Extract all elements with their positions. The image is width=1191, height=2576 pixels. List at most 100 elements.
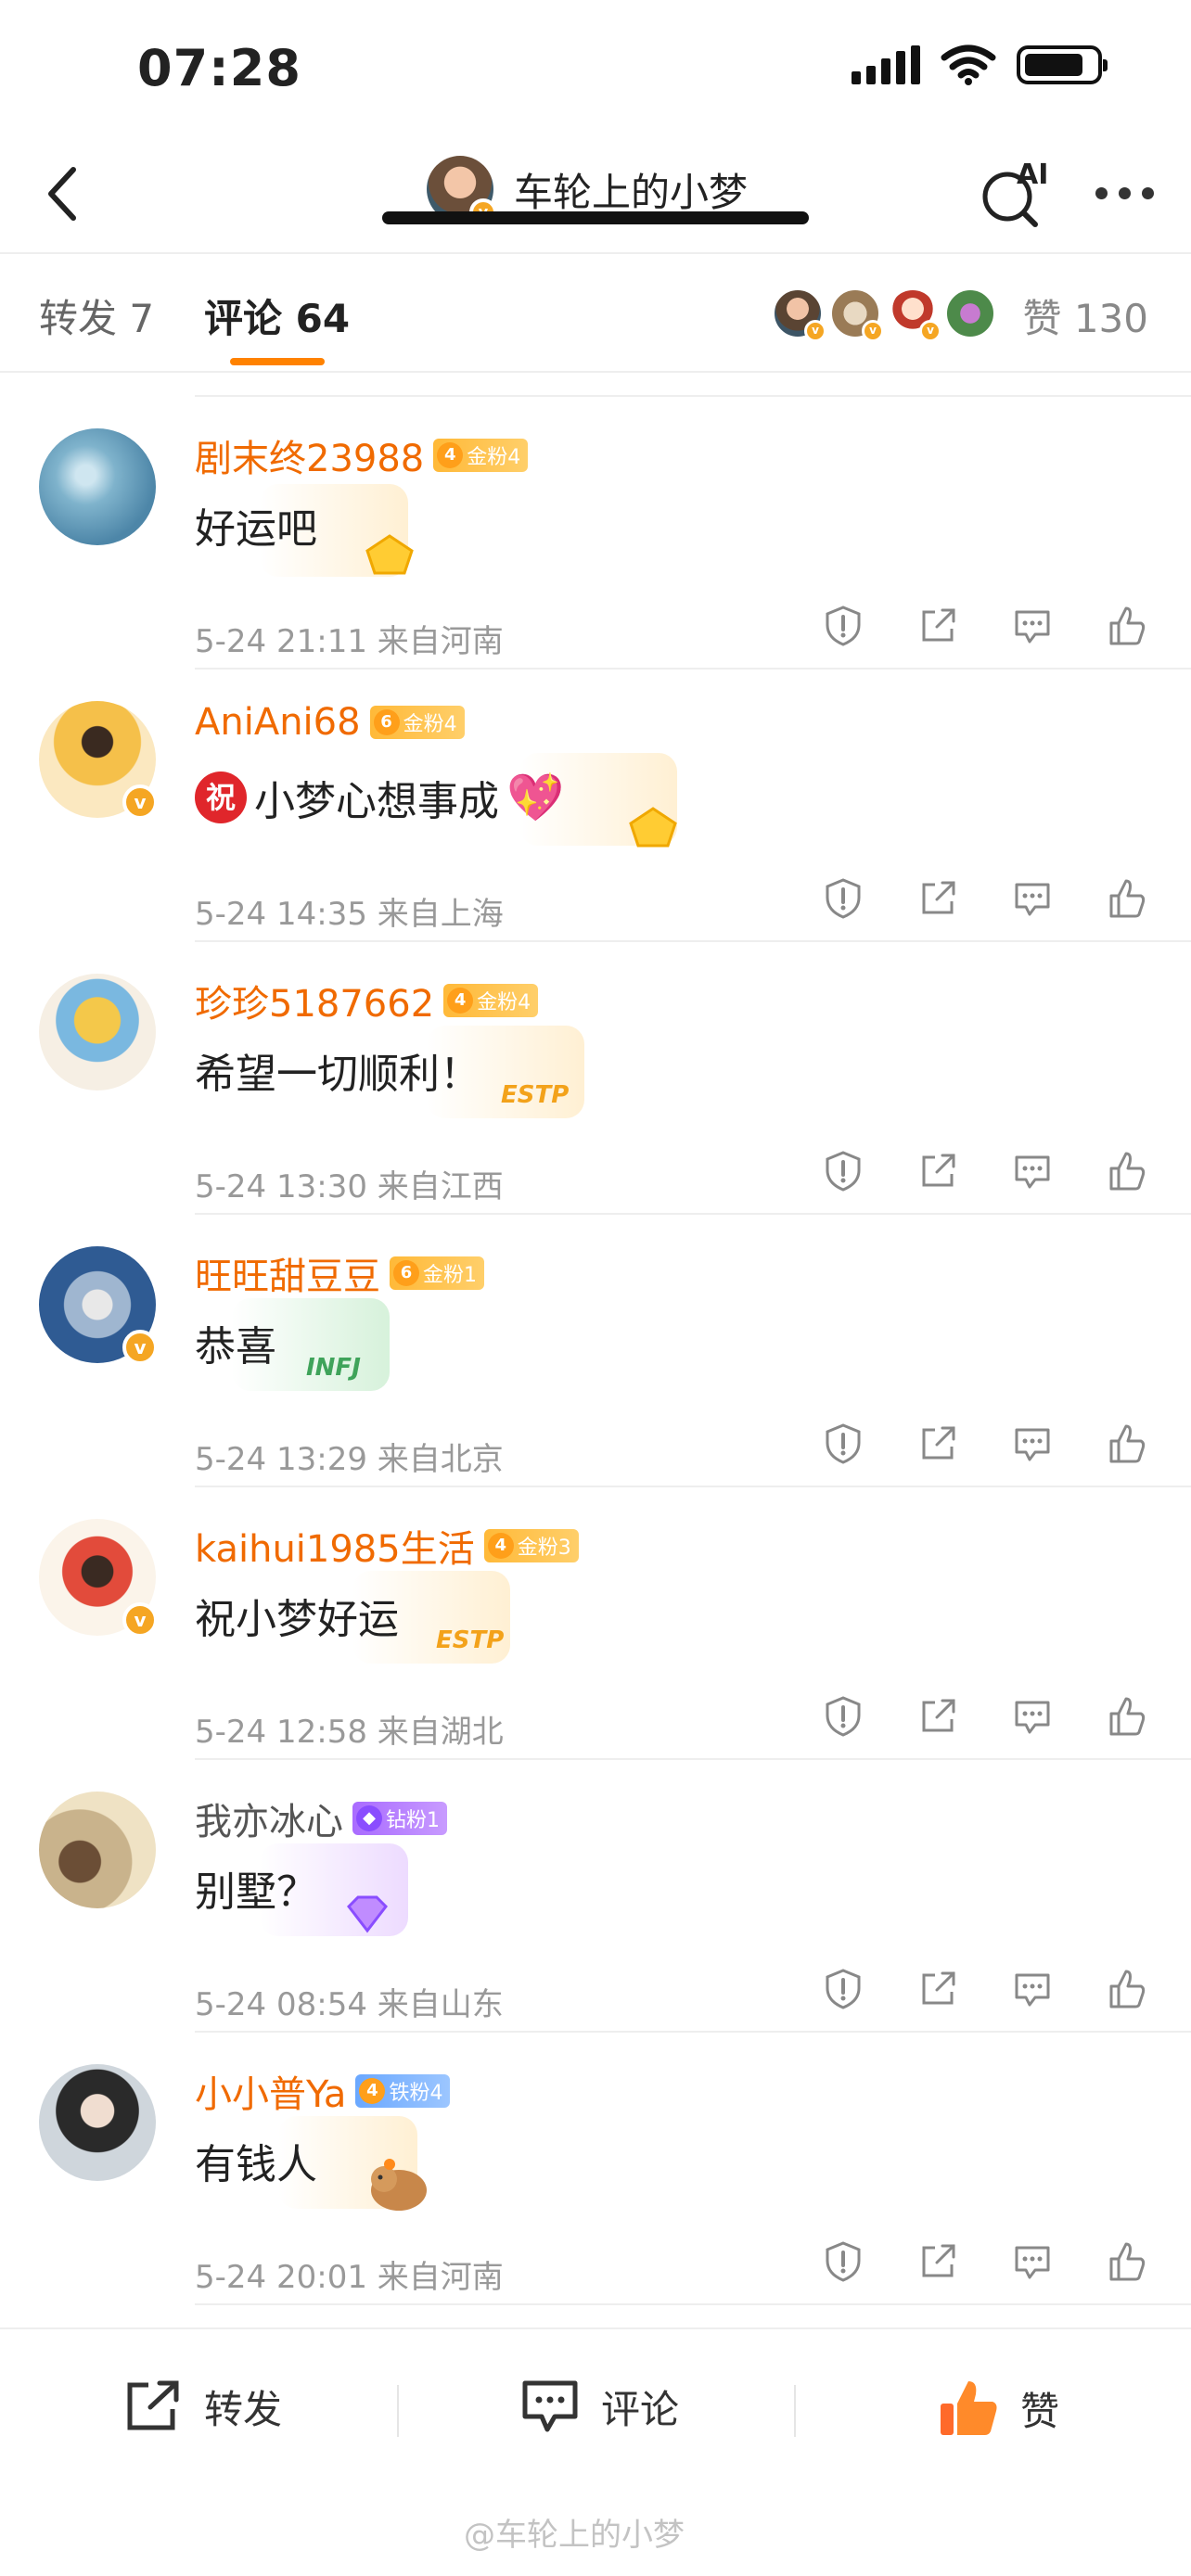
comment-time: 5-24 13:30 [195,1168,367,1205]
divider [397,2385,399,2437]
comment-button[interactable]: 评论 [519,2378,679,2435]
commenter-name[interactable]: 旺旺甜豆豆 6 金粉1 [195,1246,484,1300]
share-icon[interactable] [916,1695,959,1738]
report-icon[interactable] [822,1968,864,2010]
reply-icon[interactable] [1011,1422,1054,1465]
comment-actions [822,1695,1148,1738]
commenter-avatar[interactable] [39,974,156,1090]
reply-icon[interactable] [1011,605,1054,647]
commenter-name[interactable]: 珍珍5187662 4 金粉4 [195,974,539,1027]
commenter-name-text[interactable]: 小小普Ya [195,2064,346,2118]
liker-avatars[interactable]: v v v [772,287,996,342]
tab-comment[interactable]: 评论 64 [204,287,350,344]
reply-icon[interactable] [1011,1695,1054,1738]
fan-badge[interactable]: 6 金粉1 [390,1256,484,1290]
reply-icon[interactable] [1011,1968,1054,2010]
comment-actions [822,877,1148,920]
commenter-name[interactable]: AniAni68 6 金粉4 [195,701,465,744]
home-indicator[interactable] [382,211,809,224]
status-icons [852,45,1108,85]
comment-location: 来自上海 [377,896,504,933]
reply-icon[interactable] [1011,2240,1054,2283]
like-icon[interactable] [1106,605,1148,647]
report-icon[interactable] [822,1150,864,1192]
commenter-name[interactable]: kaihui1985生活 4 金粉3 [195,1519,579,1573]
report-icon[interactable] [822,1695,864,1738]
share-icon[interactable] [916,1422,959,1465]
report-icon[interactable] [822,2240,864,2283]
like-label: 赞 [1020,2388,1060,2434]
back-button[interactable] [30,161,95,226]
cellular-signal-icon [852,45,920,84]
liker-avatar[interactable] [944,287,996,339]
share-icon[interactable] [916,2240,959,2283]
fan-badge-label: 金粉4 [467,446,521,469]
commenter-avatar[interactable] [39,2064,156,2181]
comment-text-body: 小梦心想事成 [254,778,499,825]
verified-badge-icon: v [122,1330,158,1365]
fan-badge[interactable]: 6 金粉4 [369,706,465,739]
commenter-avatar[interactable]: v [39,1519,158,1638]
commenter-name[interactable]: 我亦冰心 ◆ 钻粉1 [195,1792,447,1845]
comment-actions [822,605,1148,647]
fan-badge[interactable]: 4 金粉4 [443,984,539,1017]
commenter-name-text[interactable]: AniAni68 [195,701,361,744]
like-icon[interactable] [1106,1150,1148,1192]
like-icon[interactable] [1106,877,1148,920]
comment-time: 5-24 12:58 [195,1714,367,1751]
commenter-name[interactable]: 小小普Ya 4 铁粉4 [195,2064,451,2118]
more-options-button[interactable] [1095,187,1154,199]
fan-badge[interactable]: 4 铁粉4 [355,2074,451,2108]
liker-avatar[interactable]: v [772,287,826,342]
comment-location: 来自北京 [377,1441,504,1478]
crown-icon: 4 [437,442,464,468]
interaction-tabs: 转发 7 评论 64 v v v 赞 130 [0,252,1191,373]
commenter-name-text[interactable]: 珍珍5187662 [195,974,434,1027]
reply-icon[interactable] [1011,877,1054,920]
fan-badge[interactable]: ◆ 钻粉1 [352,1802,447,1835]
sparkling-heart-emoji: 💖 [506,770,565,824]
author-name[interactable]: 车轮上的小梦 [514,161,748,218]
commenter-avatar[interactable]: v [39,1246,158,1365]
report-icon[interactable] [822,877,864,920]
crown-icon: 6 [393,1260,419,1286]
personality-tag: ESTP [501,1081,570,1109]
gold-gem-icon [629,807,677,848]
comment-item: 剧末终23988 4 金粉4 好运吧 5-24 21:11 来自河南 [0,397,1191,670]
wifi-icon [941,45,996,85]
repost-button[interactable]: 转发 [122,2378,282,2435]
commenter-name-text[interactable]: 剧末终23988 [195,428,424,482]
comment-item: 珍珍5187662 4 金粉4 ESTP 希望一切顺利！ 5-24 13:30 来… [0,942,1191,1215]
comment-item: v AniAni68 6 金粉4 祝 小梦心想事成 💖 5-24 14:35 来自… [0,670,1191,942]
commenter-name-text[interactable]: 旺旺甜豆豆 [195,1246,380,1300]
tab-repost[interactable]: 转发 7 [39,287,154,344]
like-icon[interactable] [1106,1695,1148,1738]
report-icon[interactable] [822,1422,864,1465]
report-icon[interactable] [822,605,864,647]
share-icon[interactable] [916,1968,959,2010]
crown-icon: 4 [447,988,474,1014]
share-icon[interactable] [916,877,959,920]
fan-badge[interactable]: 4 金粉3 [483,1529,579,1562]
comment-item: 我亦冰心 ◆ 钻粉1 别墅？ 5-24 08:54 来自山东 [0,1760,1191,2033]
commenter-avatar[interactable] [39,428,156,545]
comment-time: 5-24 20:01 [195,2259,367,2296]
like-button[interactable]: 赞 [937,2378,1059,2439]
share-icon[interactable] [916,605,959,647]
reply-icon[interactable] [1011,1150,1054,1192]
share-icon[interactable] [916,1150,959,1192]
comment-actions [822,1422,1148,1465]
commenter-avatar[interactable]: v [39,701,158,820]
commenter-name[interactable]: 剧末终23988 4 金粉4 [195,428,529,482]
commenter-name-text[interactable]: kaihui1985生活 [195,1519,475,1573]
commenter-avatar[interactable] [39,1792,156,1908]
commenter-name-text[interactable]: 我亦冰心 [195,1792,343,1845]
fan-badge[interactable]: 4 金粉4 [433,439,529,472]
ai-search-icon[interactable]: AI [978,156,1052,230]
liker-avatar[interactable]: v [887,287,941,342]
like-icon[interactable] [1106,1968,1148,2010]
like-icon[interactable] [1106,1422,1148,1465]
like-icon[interactable] [1106,2240,1148,2283]
liker-avatar[interactable]: v [829,287,884,342]
tab-likes[interactable]: 赞 130 [1022,287,1148,344]
